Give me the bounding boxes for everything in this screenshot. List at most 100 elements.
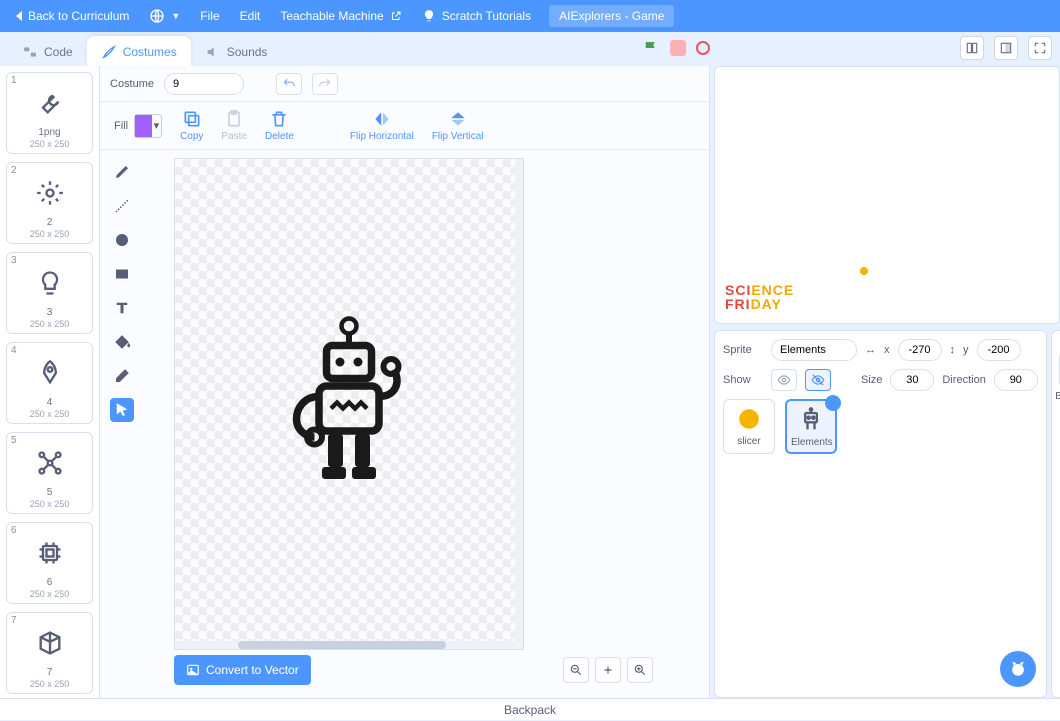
direction-label: Direction	[942, 374, 985, 386]
sprite-direction-input[interactable]	[994, 369, 1038, 391]
costume-thumb-1[interactable]: 11png250 x 250	[6, 72, 93, 154]
sprite-item-label: slicer	[728, 436, 770, 447]
costume-number: 1	[11, 75, 17, 86]
sprite-x-input[interactable]	[898, 339, 942, 361]
sprite-name-input[interactable]	[771, 339, 857, 361]
eraser-tool[interactable]	[110, 364, 134, 388]
sound-icon	[205, 44, 221, 60]
costume-thumb-4[interactable]: 44250 x 250	[6, 342, 93, 424]
backpack-bar[interactable]: Backpack	[0, 698, 1060, 720]
copy-button[interactable]: Copy	[180, 109, 203, 142]
undo-icon	[282, 77, 296, 91]
zoom-in-button[interactable]	[627, 657, 653, 683]
fill-label: Fill	[114, 120, 128, 132]
x-label: x	[884, 344, 890, 356]
costume-number: 5	[11, 435, 17, 446]
brush-icon	[101, 44, 117, 60]
paste-button[interactable]: Paste	[221, 109, 247, 142]
tab-sounds[interactable]: Sounds	[191, 36, 282, 66]
brush-tool[interactable]	[110, 160, 134, 184]
sprite-item-Elements[interactable]: Elements	[785, 399, 837, 454]
costume-thumb-label: 1png	[11, 127, 88, 139]
file-menu[interactable]: File	[190, 0, 229, 32]
small-stage-button[interactable]	[960, 36, 984, 60]
fullscreen-button[interactable]	[1028, 36, 1052, 60]
costume-thumb-7[interactable]: 77250 x 250	[6, 612, 93, 694]
fill-tool[interactable]	[110, 330, 134, 354]
tab-costumes[interactable]: Costumes	[87, 36, 191, 66]
sprite-size-input[interactable]	[890, 369, 934, 391]
eye-icon	[777, 373, 791, 387]
sprite-slicer-on-stage	[860, 267, 868, 275]
zoom-out-button[interactable]	[563, 657, 589, 683]
costume-thumb-size: 250 x 250	[11, 589, 88, 599]
external-link-icon	[390, 10, 402, 22]
tab-code[interactable]: Code	[8, 36, 87, 66]
delete-button[interactable]: Delete	[265, 109, 294, 142]
menubar: Back to Curriculum ▼ File Edit Teachable…	[0, 0, 1060, 32]
tutorials-menu[interactable]: Scratch Tutorials	[412, 0, 541, 32]
back-to-curriculum[interactable]: Back to Curriculum	[6, 0, 139, 32]
canvas[interactable]	[174, 158, 524, 650]
sprite-label: Sprite	[723, 344, 763, 356]
costume-name-input[interactable]	[164, 73, 244, 95]
zoom-in-icon	[633, 663, 647, 677]
costume-thumb-3[interactable]: 33250 x 250	[6, 252, 93, 334]
large-stage-button[interactable]	[994, 36, 1018, 60]
zoom-reset-button[interactable]	[595, 657, 621, 683]
teachable-machine-link[interactable]: Teachable Machine	[270, 0, 411, 32]
add-sprite-button[interactable]	[1000, 651, 1036, 687]
stage-preview[interactable]: SCIENCEFRIDAY	[714, 66, 1060, 324]
tab-code-label: Code	[44, 45, 73, 59]
redo-button[interactable]	[312, 73, 338, 95]
redo-icon	[318, 77, 332, 91]
line-tool[interactable]	[110, 194, 134, 218]
large-stage-icon	[999, 41, 1013, 55]
delete-sprite-button[interactable]	[825, 395, 841, 411]
robot-sprite	[274, 309, 424, 499]
arrow-left-icon	[16, 11, 22, 21]
select-tool[interactable]	[110, 398, 134, 422]
rect-tool-icon	[113, 265, 131, 283]
language-menu[interactable]: ▼	[139, 0, 190, 32]
convert-to-vector-button[interactable]: Convert to Vector	[174, 655, 311, 685]
brush-tool-icon	[113, 163, 131, 181]
show-hidden-button[interactable]	[805, 369, 831, 391]
fill-tool-icon	[113, 333, 131, 351]
tab-sounds-label: Sounds	[227, 45, 268, 59]
undo-button[interactable]	[276, 73, 302, 95]
canvas-scroll-v[interactable]	[515, 159, 523, 649]
show-visible-button[interactable]	[771, 369, 797, 391]
edit-menu[interactable]: Edit	[230, 0, 271, 32]
green-flag-button[interactable]	[642, 39, 660, 57]
fill-swatch[interactable]: ▾	[134, 114, 162, 138]
rect-tool[interactable]	[110, 262, 134, 286]
sprite-item-slicer[interactable]: slicer	[723, 399, 775, 454]
costume-thumb-icon	[20, 81, 80, 125]
text-tool[interactable]	[110, 296, 134, 320]
cat-icon	[1008, 659, 1028, 679]
costume-label: Costume	[110, 78, 154, 90]
main-area: 11png250 x 25022250 x 25033250 x 2504425…	[0, 66, 1060, 698]
sprite-pane: Sprite ↔ x ↕ y Show Size Direction	[714, 330, 1047, 698]
record-button[interactable]	[696, 41, 710, 55]
flip-h-button[interactable]: Flip Horizontal	[350, 109, 414, 142]
stage-controls	[642, 36, 1052, 60]
costume-thumb-2[interactable]: 22250 x 250	[6, 162, 93, 244]
sprite-y-input[interactable]	[977, 339, 1021, 361]
flag-icon	[642, 39, 660, 57]
costume-thumb-icon	[20, 261, 80, 305]
costume-thumb-5[interactable]: 55250 x 250	[6, 432, 93, 514]
flip-v-button[interactable]: Flip Vertical	[432, 109, 484, 142]
costume-thumb-label: 5	[11, 487, 88, 499]
costume-thumb-6[interactable]: 66250 x 250	[6, 522, 93, 604]
image-icon	[186, 663, 200, 677]
tab-costumes-label: Costumes	[123, 45, 177, 59]
circle-tool[interactable]	[110, 228, 134, 252]
costume-thumb-size: 250 x 250	[11, 229, 88, 239]
stop-button[interactable]	[670, 40, 686, 56]
costume-list[interactable]: 11png250 x 25022250 x 25033250 x 2504425…	[0, 66, 100, 698]
fill-control[interactable]: Fill ▾	[114, 114, 162, 138]
canvas-scroll-h[interactable]	[175, 641, 523, 649]
project-name[interactable]: AIExplorers - Game	[549, 5, 674, 27]
